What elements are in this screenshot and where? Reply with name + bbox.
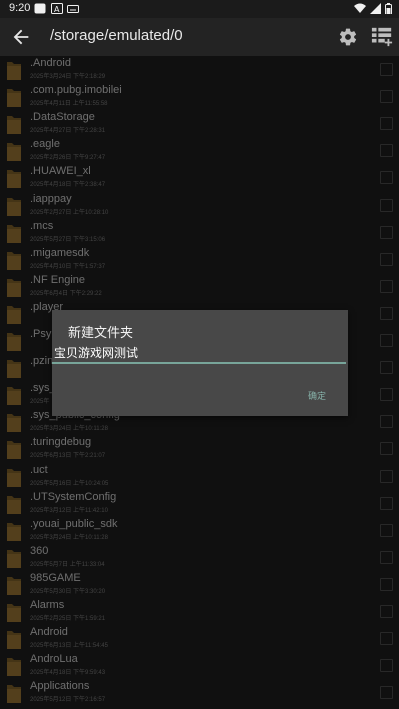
status-time: 9:20 <box>9 2 31 14</box>
battery-icon <box>385 3 392 14</box>
notification-a-icon: A <box>51 3 63 14</box>
app-bar: /storage/emulated/0 <box>0 18 399 56</box>
status-bar: 9:20 A <box>0 0 399 18</box>
folder-name-input[interactable]: 宝贝游戏网测试 <box>54 344 138 361</box>
svg-text:A: A <box>54 5 60 14</box>
gear-icon[interactable] <box>338 27 358 47</box>
notification-keyboard-icon <box>67 5 79 13</box>
view-mode-grid-icon[interactable] <box>371 26 393 48</box>
new-folder-dialog: 新建文件夹 宝贝游戏网测试 确定 <box>52 310 348 416</box>
ok-button[interactable]: 确定 <box>308 389 326 402</box>
wifi-icon <box>354 3 366 13</box>
signal-icon <box>370 3 381 14</box>
notification-app-icon <box>34 3 46 14</box>
current-path: /storage/emulated/0 <box>50 27 183 44</box>
back-arrow-icon[interactable] <box>10 26 32 48</box>
dialog-title: 新建文件夹 <box>68 326 134 341</box>
input-underline <box>52 362 346 364</box>
